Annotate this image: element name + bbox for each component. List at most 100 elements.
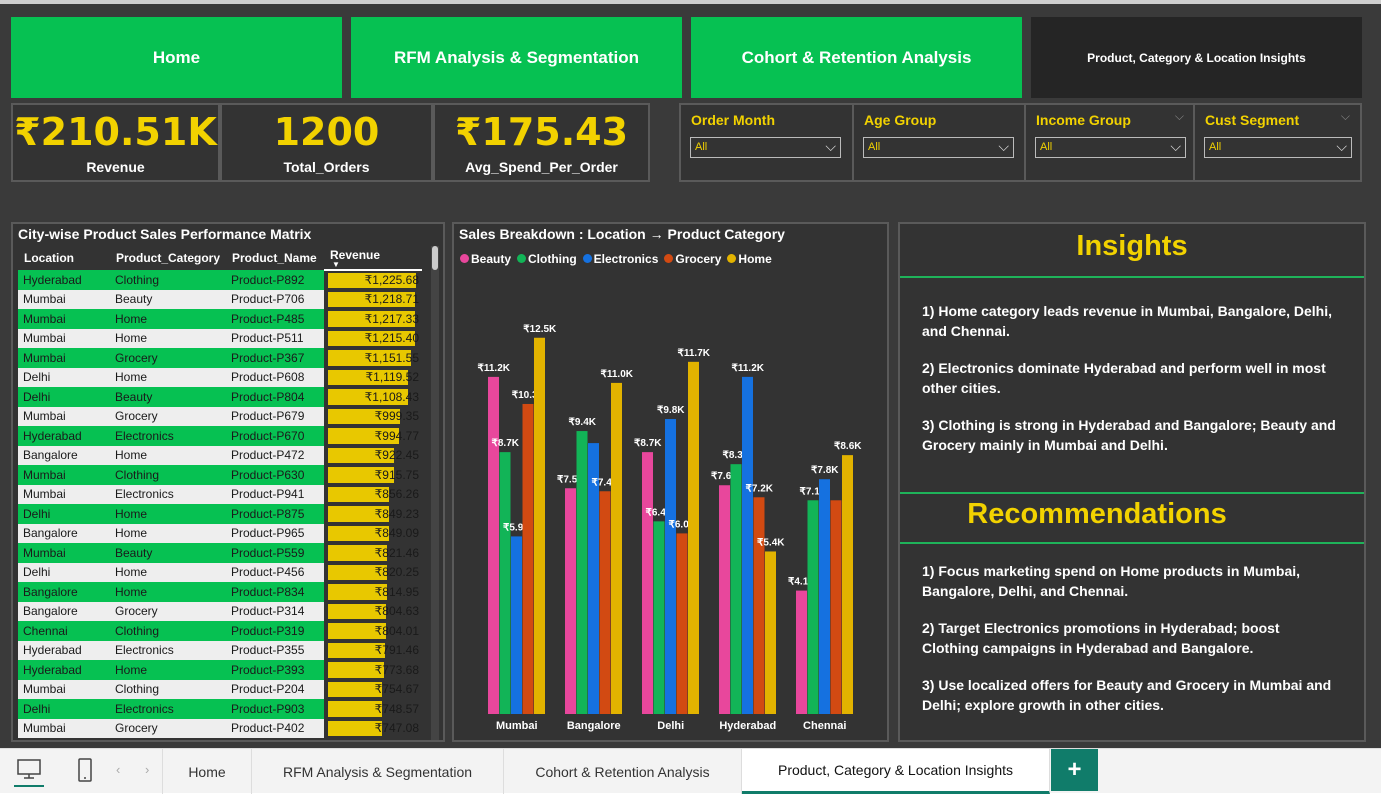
bar-home-mumbai[interactable] — [534, 337, 545, 714]
table-cell: Grocery — [110, 348, 226, 368]
bar-electronics-mumbai[interactable] — [511, 536, 522, 714]
orders-label: Total_Orders — [283, 158, 370, 175]
bar-beauty-delhi[interactable] — [642, 452, 653, 714]
table-row[interactable]: Mumbai Grocery Product-P402 ₹747.08 — [18, 718, 422, 738]
bar-beauty-mumbai[interactable] — [488, 376, 499, 714]
income-group-dropdown[interactable]: All ⌵ — [1035, 137, 1186, 158]
bar-clothing-delhi[interactable] — [653, 521, 665, 714]
order-month-dropdown[interactable]: All ⌵ — [690, 137, 841, 158]
cust-segment-dropdown[interactable]: All ⌵ — [1204, 137, 1352, 158]
slicer-age-group[interactable]: Age Group All ⌵ — [852, 105, 1024, 180]
bar-electronics-delhi[interactable] — [665, 419, 676, 714]
bar-clothing-chennai[interactable] — [807, 500, 819, 714]
tab-product[interactable]: Product, Category & Location Insights — [742, 749, 1050, 794]
tab-home[interactable]: Home — [162, 749, 252, 794]
bar-beauty-bangalore[interactable] — [565, 488, 576, 714]
table-row[interactable]: Hyderabad Electronics Product-P670 ₹994.77 — [18, 426, 422, 446]
column-header[interactable]: Product_Category — [110, 246, 226, 270]
bar-home-hyderabad[interactable] — [765, 551, 776, 714]
table-row[interactable]: Delhi Home Product-P608 ₹1,119.52 — [18, 367, 422, 387]
revenue-cell: ₹1,151.55 — [324, 348, 422, 368]
table-row[interactable]: Bangalore Home Product-P472 ₹922.45 — [18, 445, 422, 465]
dropdown-value: All — [868, 141, 881, 153]
table-row[interactable]: Delhi Home Product-P875 ₹849.23 — [18, 504, 422, 524]
x-tick-label: Mumbai — [496, 720, 538, 732]
table-cell: Delhi — [18, 367, 110, 387]
add-page-button[interactable]: + — [1051, 749, 1098, 791]
mobile-view-icon[interactable] — [74, 757, 96, 785]
insight-item: 3) Clothing is strong in Hyderabad and B… — [922, 417, 1336, 453]
table-row[interactable]: Delhi Electronics Product-P903 ₹748.57 — [18, 699, 422, 719]
bar-home-bangalore[interactable] — [611, 382, 622, 714]
recommendations-title: Recommendations — [967, 498, 1227, 530]
bar-grocery-mumbai[interactable] — [522, 403, 534, 714]
chart-svg: ₹11.2K₹8.7K₹5.9K₹10.3K₹12.5KMumbai₹7.5K₹… — [478, 324, 863, 732]
table-row[interactable]: Bangalore Home Product-P965 ₹849.09 — [18, 523, 422, 543]
table-row[interactable]: Hyderabad Electronics Product-P355 ₹791.46 — [18, 640, 422, 660]
table-row[interactable]: Hyderabad Clothing Product-P892 ₹1,225.68 — [18, 270, 422, 290]
revenue-value: ₹747.08 — [374, 721, 419, 736]
table-row[interactable]: Mumbai Home Product-P511 ₹1,215.40 — [18, 328, 422, 348]
table-row[interactable]: Mumbai Beauty Product-P559 ₹821.46 — [18, 543, 422, 563]
table-row[interactable]: Bangalore Home Product-P834 ₹814.95 — [18, 582, 422, 602]
bar-beauty-chennai[interactable] — [796, 590, 807, 714]
tab-cohort[interactable]: Cohort & Retention Analysis — [504, 749, 742, 794]
slicer-order-month[interactable]: Order Month All ⌵ — [681, 105, 853, 180]
revenue-value: ₹922.45 — [374, 448, 419, 463]
table-row[interactable]: Hyderabad Home Product-P393 ₹773.68 — [18, 660, 422, 680]
slicer-income-group[interactable]: Income Group ⌵ All ⌵ — [1024, 105, 1194, 180]
bar-beauty-hyderabad[interactable] — [719, 485, 730, 714]
nav-product-button[interactable]: Product, Category & Location Insights — [1031, 17, 1362, 98]
bar-clothing-hyderabad[interactable] — [730, 464, 742, 714]
table-row[interactable]: Chennai Clothing Product-P319 ₹804.01 — [18, 621, 422, 641]
table-cell: Beauty — [110, 289, 226, 309]
age-group-dropdown[interactable]: All ⌵ — [863, 137, 1014, 158]
table-row[interactable]: Mumbai Grocery Product-P367 ₹1,151.55 — [18, 348, 422, 368]
chevron-down-icon[interactable]: ⌵ — [1341, 109, 1350, 124]
table-row[interactable]: Mumbai Clothing Product-P204 ₹754.67 — [18, 679, 422, 699]
bar-grocery-bangalore[interactable] — [599, 491, 611, 714]
table-row[interactable]: Bangalore Grocery Product-P314 ₹804.63 — [18, 601, 422, 621]
bar-clothing-mumbai[interactable] — [499, 452, 511, 714]
bar-electronics-chennai[interactable] — [819, 479, 830, 714]
table-row[interactable]: Mumbai Home Product-P485 ₹1,217.33 — [18, 309, 422, 329]
table-row[interactable]: Delhi Home Product-P456 ₹820.25 — [18, 562, 422, 582]
bar-electronics-hyderabad[interactable] — [742, 376, 753, 714]
bar-grocery-hyderabad[interactable] — [753, 497, 765, 714]
revenue-value: ₹804.01 — [374, 623, 419, 638]
table-row[interactable]: Mumbai Clothing Product-P630 ₹915.75 — [18, 465, 422, 485]
table-row[interactable]: Mumbai Grocery Product-P679 ₹999.35 — [18, 406, 422, 426]
nav-cohort-button[interactable]: Cohort & Retention Analysis — [691, 17, 1022, 98]
tab-rfm[interactable]: RFM Analysis & Segmentation — [252, 749, 504, 794]
bar-home-delhi[interactable] — [688, 361, 699, 714]
revenue-databar — [328, 701, 382, 717]
avg-spend-value: ₹175.43 — [454, 109, 629, 154]
chevron-down-icon[interactable]: ⌵ — [1175, 109, 1184, 124]
revenue-card: ₹210.51K Revenue — [11, 103, 220, 182]
column-header[interactable]: Product_Name — [226, 246, 324, 270]
revenue-cell: ₹754.67 — [324, 679, 422, 699]
scrollbar-track[interactable] — [431, 246, 439, 740]
bar-home-chennai[interactable] — [842, 455, 853, 714]
bar-grocery-delhi[interactable] — [676, 533, 688, 714]
table-row[interactable]: Mumbai Electronics Product-P941 ₹856.26 — [18, 484, 422, 504]
nav-rfm-button[interactable]: RFM Analysis & Segmentation — [351, 17, 682, 98]
column-header[interactable]: Location — [18, 246, 110, 270]
slicer-cust-segment[interactable]: Cust Segment ⌵ All ⌵ — [1193, 105, 1360, 180]
next-page-icon[interactable]: › — [145, 762, 149, 777]
matrix-scroll-area[interactable]: Location Product_Category Product_Name R… — [18, 246, 426, 740]
revenue-value: ₹849.23 — [374, 506, 419, 521]
nav-home-button[interactable]: Home — [11, 17, 342, 98]
table-row[interactable]: Delhi Beauty Product-P804 ₹1,108.43 — [18, 387, 422, 407]
slicer-title: Income Group — [1036, 112, 1131, 128]
table-cell: Chennai — [18, 621, 110, 641]
table-cell: Product-P355 — [226, 640, 324, 660]
bar-clothing-bangalore[interactable] — [576, 431, 588, 714]
table-cell: Home — [110, 504, 226, 524]
table-row[interactable]: Mumbai Beauty Product-P706 ₹1,218.71 — [18, 289, 422, 309]
scrollbar-thumb[interactable] — [432, 246, 438, 270]
bar-grocery-chennai[interactable] — [830, 500, 842, 714]
desktop-view-icon[interactable] — [14, 757, 44, 787]
column-header-revenue[interactable]: Revenue ▼ — [324, 246, 422, 271]
prev-page-icon[interactable]: ‹ — [116, 762, 120, 777]
